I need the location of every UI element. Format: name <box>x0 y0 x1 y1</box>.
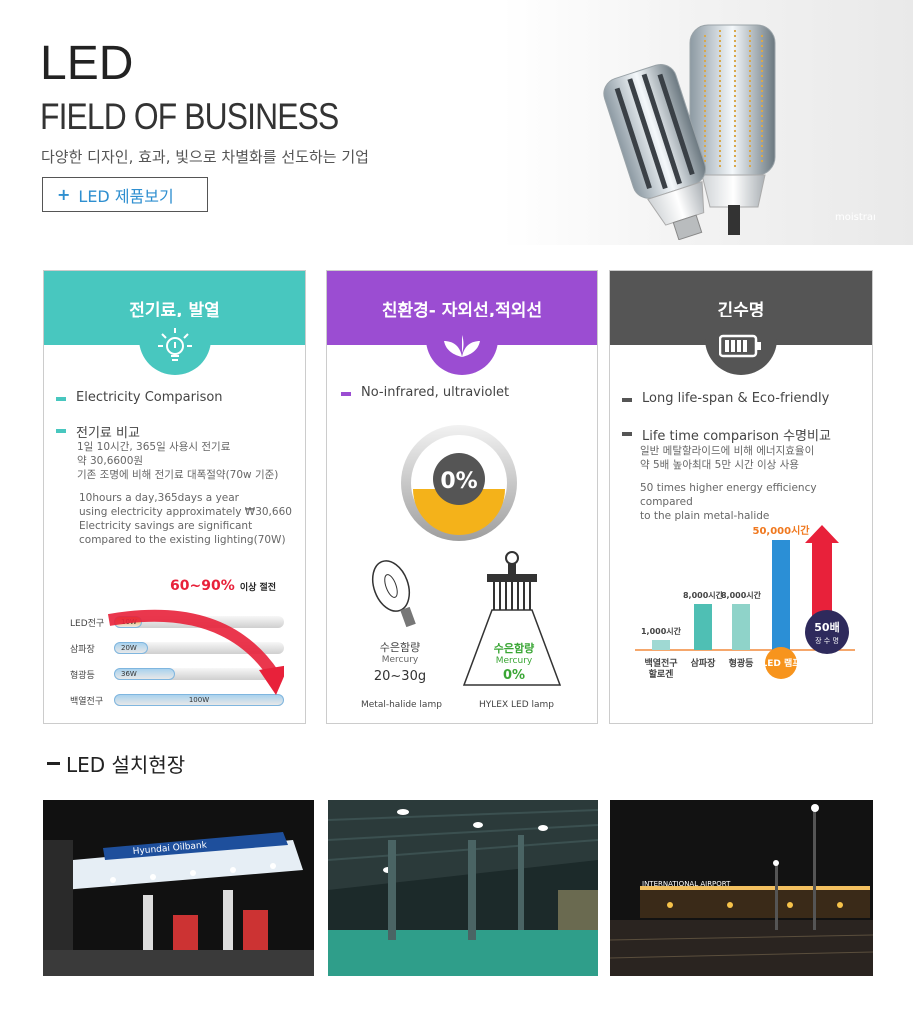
hero-description: 다양한 디자인, 효과, 빛으로 차별화를 선도하는 기업 <box>41 148 369 166</box>
gas-station-photo[interactable]: Hyundai Oilbank <box>43 800 314 976</box>
lifetime-category-label: 형광등 <box>729 657 754 669</box>
card-electricity: 전기료, 발열 Electricity Comparison 전기료 비교 1일… <box>43 270 306 724</box>
lifetime-category-label: 삼파장 <box>691 657 717 669</box>
lifespan-badge-bottom: 장 수 명 <box>815 636 839 645</box>
up-arrow-icon <box>805 525 839 623</box>
kr-description: 일반 메탈할라이드에 비해 에너지효율이 약 5배 높아최대 5만 시간 이상 … <box>640 445 815 471</box>
airport-night-photo[interactable]: INTERNATIONAL AIRPORT <box>610 800 873 976</box>
lifetime-comparison-label: Life time comparison 수명비교 <box>622 425 831 444</box>
lifetime-chart: 1,000시간백열전구할로겐 8,000시간삼파장 8,000시간형광등 50,000… <box>635 525 855 680</box>
plus-icon: + <box>57 185 71 204</box>
no-infrared-label: No-infrared, ultraviolet <box>341 385 509 400</box>
led-products-button-label: LED 제품보기 <box>78 186 174 206</box>
gauge-label: 0% <box>440 469 477 494</box>
savings-headline: 60~90% 이상 절전 <box>170 578 277 594</box>
lifetime-bar <box>772 540 790 650</box>
led-lamp-info: 수은함량 Mercury 0% <box>493 642 535 683</box>
card-eco: 친환경- 자외선,적외선 No-infrared, ultraviolet 0%… <box>326 270 598 724</box>
lifespan-badge-top: 50배 <box>814 620 839 634</box>
long-lifespan-label: Long life-span & Eco-friendly <box>622 391 829 406</box>
section-title: LED 설치현장 <box>47 749 185 778</box>
en-description: 10hours a day,365days a year using elect… <box>79 492 292 546</box>
lifetime-value-label: 1,000시간 <box>641 626 682 636</box>
savings-arrow <box>107 609 284 695</box>
lifetime-bar <box>694 604 712 650</box>
metal-halide-caption: Metal-halide lamp <box>361 700 442 710</box>
hero-subtitle: FIELD OF BUSINESS <box>40 96 339 137</box>
lifetime-value-label: 8,000시간 <box>683 590 724 600</box>
lifetime-bar <box>732 604 750 650</box>
kr-description: 1일 10시간, 365일 사용시 전기료 약 30,6600원 기존 조명에 … <box>77 441 279 481</box>
metal-halide-info: 수은함량 Mercury 20~30g <box>373 641 427 684</box>
metal-halide-lamp-icon <box>371 560 416 628</box>
hero-title: LED <box>40 37 134 90</box>
card-lifespan: 긴수명 Long life-span & Eco-friendly Life t… <box>609 270 873 724</box>
led-corn-lamp-image: moistran <box>603 24 875 240</box>
lifetime-category-label: 백열전구 <box>644 657 677 669</box>
en-description: 50 times higher energy efficiency compar… <box>640 482 817 522</box>
lifetime-category-label: LED 램프 <box>761 657 801 669</box>
lifetime-category-label: 할로겐 <box>649 668 674 680</box>
electricity-comparison-label: Electricity Comparison <box>56 390 223 405</box>
hero-banner: LED FIELD OF BUSINESS 다양한 디자인, 효과, 빛으로 차… <box>0 0 913 245</box>
lifetime-value-label: 8,000시간 <box>721 590 762 600</box>
led-lamp-caption: HYLEX LED lamp <box>479 700 554 710</box>
lamp-label: moistran <box>835 212 875 223</box>
led-products-button[interactable]: + LED 제품보기 <box>42 177 208 212</box>
mercury-gauge: 0% <box>401 425 517 541</box>
electricity-cost-label: 전기료 비교 <box>56 422 140 441</box>
dash-icon <box>47 762 60 765</box>
lifetime-bar <box>652 640 670 650</box>
lifetime-value-label: 50,000시간 <box>753 525 811 537</box>
airport-sign: INTERNATIONAL AIRPORT <box>642 880 731 888</box>
warehouse-photo[interactable] <box>328 800 598 976</box>
